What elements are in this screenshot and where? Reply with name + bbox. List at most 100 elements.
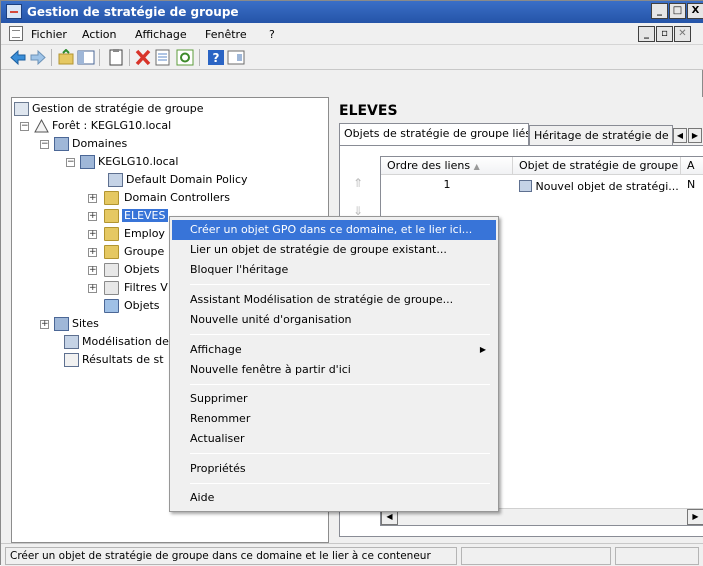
menu-separator — [190, 453, 490, 454]
collapse-icon[interactable]: − — [40, 140, 49, 149]
gpmc-window: Gestion de stratégie de groupe _ □ X Fic… — [0, 0, 703, 566]
expand-icon[interactable]: + — [88, 284, 97, 293]
context-menu: Créer un objet GPO dans ce domaine, et l… — [169, 216, 499, 512]
tree-item-filtres[interactable]: + Filtres V — [88, 280, 168, 297]
refresh-icon[interactable] — [176, 49, 194, 66]
menu-item-new-ou[interactable]: Nouvelle unité d'organisation — [172, 310, 496, 330]
mdi-minimize-button[interactable]: _ — [638, 26, 655, 42]
tree-item-label: Gestion de stratégie de groupe — [32, 102, 204, 115]
forest-icon — [34, 119, 49, 133]
tab-inheritance[interactable]: Héritage de stratégie de — [529, 125, 673, 145]
tree-item-forest[interactable]: − Forêt : KEGLG10.local — [20, 118, 171, 135]
document-icon[interactable] — [9, 26, 23, 41]
tree-item-domain[interactable]: − KEGLG10.local — [66, 154, 178, 171]
collapse-icon[interactable]: − — [20, 122, 29, 131]
tree-item-objets[interactable]: + Objets — [88, 262, 160, 279]
tree-item-label: ELEVES — [122, 209, 168, 222]
gpmc-app-icon — [6, 4, 22, 19]
menu-item-delete[interactable]: Supprimer — [172, 389, 496, 409]
forward-icon[interactable] — [29, 49, 47, 66]
properties-icon[interactable] — [107, 49, 125, 66]
tab-scroll-right-icon[interactable]: ▶ — [688, 128, 702, 143]
tree-item-root[interactable]: Gestion de stratégie de groupe — [14, 101, 204, 118]
tree-item-eleves[interactable]: + ELEVES — [88, 208, 168, 225]
expand-icon[interactable]: + — [88, 194, 97, 203]
expand-icon[interactable]: + — [88, 212, 97, 221]
expand-icon[interactable]: + — [40, 320, 49, 329]
tree-item-objets-starter[interactable]: Objets — [104, 298, 160, 315]
close-button[interactable]: X — [687, 3, 703, 19]
tree-item-sites[interactable]: + Sites — [40, 316, 99, 333]
menu-item-rename[interactable]: Renommer — [172, 409, 496, 429]
title-bar[interactable]: Gestion de stratégie de groupe _ □ X — [1, 1, 703, 23]
status-panel — [461, 547, 611, 565]
menu-item-modeling-wizard[interactable]: Assistant Modélisation de stratégie de g… — [172, 290, 496, 310]
domains-icon — [54, 137, 69, 151]
delete-icon[interactable] — [134, 49, 152, 66]
wmi-filter-icon — [104, 281, 119, 295]
starter-gpo-icon — [104, 299, 119, 313]
tree-item-label: Filtres V — [124, 281, 168, 294]
tree-item-default-domain-policy[interactable]: Default Domain Policy — [108, 172, 248, 189]
toolbar: ? — [1, 45, 703, 70]
table-cell-extra[interactable]: N — [681, 177, 703, 194]
tree-item-modelisation[interactable]: Modélisation de — [64, 334, 169, 351]
menu-affichage[interactable]: Affichage — [135, 28, 187, 41]
gpo-container-icon — [104, 263, 119, 277]
mdi-restore-button[interactable]: ▫ — [656, 26, 673, 42]
mdi-close-button[interactable]: ✕ — [674, 26, 691, 42]
tree-item-label: Sites — [72, 317, 99, 330]
column-header-order[interactable]: Ordre des liens ▲ — [381, 157, 513, 175]
tree-item-resultats[interactable]: Résultats de st — [64, 352, 164, 369]
tree-item-employ[interactable]: + Employ — [88, 226, 165, 243]
show-hide-tree-icon[interactable] — [77, 49, 95, 66]
tree-item-domaines[interactable]: − Domaines — [40, 136, 127, 153]
expand-icon[interactable]: + — [88, 230, 97, 239]
toolbar-separator — [199, 49, 200, 66]
tab-linked-gpos[interactable]: Objets de stratégie de groupe liés — [339, 123, 529, 145]
menu-separator — [190, 483, 490, 484]
tree-item-groupe[interactable]: + Groupe — [88, 244, 164, 261]
collapse-icon[interactable]: − — [66, 158, 75, 167]
export-list-icon[interactable] — [154, 49, 172, 66]
menu-item-link-existing-gpo[interactable]: Lier un objet de stratégie de groupe exi… — [172, 240, 496, 260]
ou-folder-icon — [104, 227, 119, 241]
tree-item-label: Default Domain Policy — [126, 173, 248, 186]
column-header-extra[interactable]: A — [681, 157, 703, 175]
maximize-button[interactable]: □ — [669, 3, 686, 19]
tree-item-label: Modélisation de — [82, 335, 169, 348]
back-icon[interactable] — [9, 49, 27, 66]
menu-item-new-window[interactable]: Nouvelle fenêtre à partir d'ici — [172, 360, 496, 380]
menu-separator — [190, 384, 490, 385]
ou-folder-icon — [104, 245, 119, 259]
up-folder-icon[interactable] — [57, 49, 75, 66]
gpmc-icon — [14, 102, 29, 116]
menu-item-refresh[interactable]: Actualiser — [172, 429, 496, 449]
domain-icon — [80, 155, 95, 169]
table-cell-order[interactable]: 1 — [381, 177, 513, 194]
console-icon[interactable] — [227, 49, 245, 66]
tree-item-label: Objets — [124, 299, 160, 312]
table-cell-gpo[interactable]: Nouvel objet de stratégi... — [513, 177, 681, 194]
help-icon[interactable]: ? — [207, 49, 225, 66]
expand-icon[interactable]: + — [88, 266, 97, 275]
menu-item-view[interactable]: Affichage ▶ — [172, 340, 496, 360]
toolbar-separator — [129, 49, 130, 66]
column-header-gpo[interactable]: Objet de stratégie de groupe — [513, 157, 681, 175]
menu-fichier[interactable]: Fichier — [31, 28, 67, 41]
menu-fenetre[interactable]: Fenêtre — [205, 28, 247, 41]
menu-item-properties[interactable]: Propriétés — [172, 459, 496, 479]
move-up-icon[interactable]: ⇑ — [346, 176, 370, 198]
menu-help[interactable]: ? — [269, 28, 275, 41]
tab-scroll-left-icon[interactable]: ◀ — [673, 128, 687, 143]
menu-item-block-inheritance[interactable]: Bloquer l'héritage — [172, 260, 496, 280]
menu-action[interactable]: Action — [82, 28, 116, 41]
tree-item-label: Employ — [124, 227, 165, 240]
minimize-button[interactable]: _ — [651, 3, 668, 19]
scroll-right-icon[interactable]: ▶ — [687, 509, 703, 525]
menu-item-create-gpo[interactable]: Créer un objet GPO dans ce domaine, et l… — [172, 220, 496, 240]
menu-item-help[interactable]: Aide — [172, 488, 496, 508]
tree-item-domain-controllers[interactable]: + Domain Controllers — [88, 190, 230, 207]
expand-icon[interactable]: + — [88, 248, 97, 257]
toolbar-separator — [51, 49, 52, 66]
